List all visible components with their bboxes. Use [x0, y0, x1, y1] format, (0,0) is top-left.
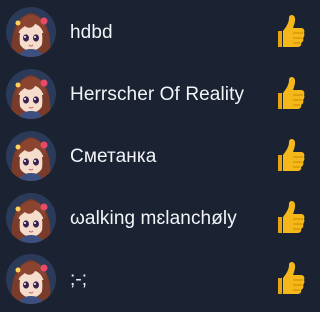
- user-avatar[interactable]: [6, 131, 56, 181]
- thumbs-up-icon: [272, 13, 306, 51]
- reaction-user-row[interactable]: Сметанка: [0, 126, 320, 188]
- user-avatar[interactable]: [6, 193, 56, 243]
- user-name[interactable]: ;-;: [70, 268, 87, 292]
- user-name[interactable]: hdbd: [70, 21, 113, 45]
- anime-girl-avatar-icon: [6, 69, 56, 119]
- user-avatar[interactable]: [6, 69, 56, 119]
- reaction-user-row[interactable]: hdbd: [0, 2, 320, 64]
- reaction-user-row[interactable]: Herrscher Of Reality: [0, 64, 320, 126]
- thumbs-up-icon: [272, 75, 306, 113]
- reaction-user-row[interactable]: ωalkinɡ mɛlanchøly: [0, 188, 320, 250]
- user-name[interactable]: Сметанка: [70, 145, 156, 169]
- user-avatar[interactable]: [6, 7, 56, 57]
- reaction-user-row[interactable]: ;-;: [0, 249, 320, 311]
- user-name[interactable]: Herrscher Of Reality: [70, 83, 244, 107]
- reactions-list: hdbd Herrscher Of Reality Сметанка ωalki…: [0, 0, 320, 312]
- user-name[interactable]: ωalkinɡ mɛlanchøly: [70, 207, 237, 231]
- thumbs-up-icon: [272, 199, 306, 237]
- anime-girl-avatar-icon: [6, 254, 56, 304]
- anime-girl-avatar-icon: [6, 7, 56, 57]
- thumbs-up-icon: [272, 137, 306, 175]
- thumbs-up-icon: [272, 260, 306, 298]
- anime-girl-avatar-icon: [6, 131, 56, 181]
- user-avatar[interactable]: [6, 254, 56, 304]
- anime-girl-avatar-icon: [6, 193, 56, 243]
